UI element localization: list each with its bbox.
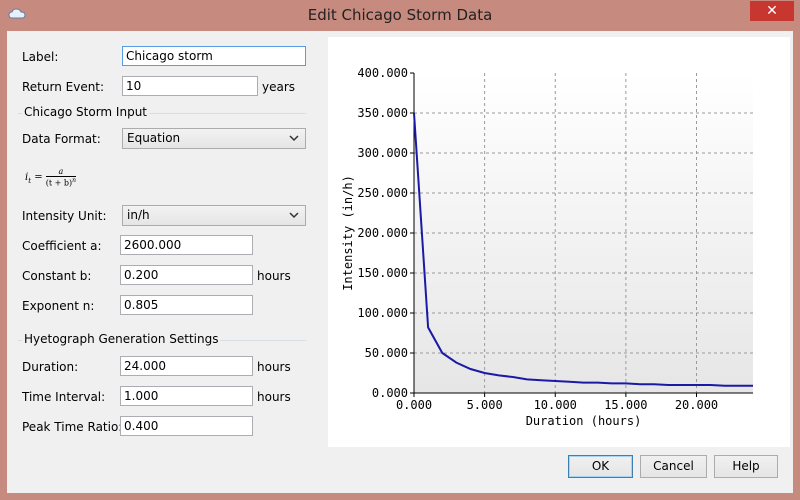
- data-format-caption: Data Format:: [22, 132, 101, 146]
- formula-denominator: (t + b): [45, 178, 73, 188]
- cancel-button[interactable]: Cancel: [640, 455, 707, 478]
- time-interval-caption: Time Interval:: [22, 390, 106, 404]
- label-input[interactable]: Chicago storm: [122, 46, 306, 66]
- intensity-unit-value: in/h: [127, 208, 150, 222]
- peak-ratio-input[interactable]: 0.400: [120, 416, 253, 436]
- return-event-input[interactable]: 10: [122, 76, 258, 96]
- x-axis-label: Duration (hours): [526, 414, 642, 428]
- return-event-caption: Return Event:: [22, 80, 105, 94]
- y-tick-label: 300.000: [357, 146, 408, 160]
- window-title: Edit Chicago Storm Data: [307, 6, 493, 24]
- y-axis-label: Intensity (in/h): [341, 175, 355, 291]
- formula-numerator: a: [45, 167, 77, 177]
- y-tick-label: 350.000: [357, 106, 408, 120]
- coeff-a-caption: Coefficient a:: [22, 239, 102, 253]
- help-button[interactable]: Help: [714, 455, 778, 478]
- duration-input[interactable]: 24.000: [120, 356, 253, 376]
- chevron-down-icon: [289, 212, 299, 219]
- y-tick-label: 250.000: [357, 186, 408, 200]
- intensity-formula: it = a (t + b)n: [25, 167, 77, 188]
- peak-ratio-caption: Peak Time Ratio:: [22, 420, 123, 434]
- exponent-n-caption: Exponent n:: [22, 299, 95, 313]
- time-interval-input[interactable]: 1.000: [120, 386, 253, 406]
- data-format-value: Equation: [127, 131, 181, 145]
- close-button[interactable]: ✕: [750, 1, 794, 21]
- label-caption: Label:: [22, 50, 59, 64]
- time-interval-unit: hours: [257, 390, 291, 404]
- chicago-group-title: Chicago Storm Input: [22, 105, 150, 119]
- x-tick-label: 10.000: [534, 398, 577, 412]
- dialog-window: Edit Chicago Storm Data ✕ Label: Chicago…: [0, 0, 800, 500]
- intensity-unit-caption: Intensity Unit:: [22, 209, 107, 223]
- coeff-a-input[interactable]: 2600.000: [120, 235, 253, 255]
- const-b-caption: Constant b:: [22, 269, 92, 283]
- dialog-client-area: Label: Chicago storm Return Event: 10 ye…: [7, 31, 793, 493]
- y-tick-label: 400.000: [357, 66, 408, 80]
- x-tick-label: 5.000: [467, 398, 503, 412]
- title-bar[interactable]: Edit Chicago Storm Data ✕: [0, 0, 800, 31]
- y-tick-label: 100.000: [357, 306, 408, 320]
- y-tick-label: 50.000: [365, 346, 408, 360]
- intensity-unit-select[interactable]: in/h: [122, 205, 306, 226]
- const-b-unit: hours: [257, 269, 291, 283]
- formula-lhs-sub: t: [28, 176, 32, 185]
- formula-den-exp: n: [72, 177, 77, 184]
- exponent-n-input[interactable]: 0.805: [120, 295, 253, 315]
- duration-caption: Duration:: [22, 360, 79, 374]
- ok-button[interactable]: OK: [568, 455, 633, 478]
- const-b-input[interactable]: 0.200: [120, 265, 253, 285]
- x-tick-label: 20.000: [675, 398, 718, 412]
- y-tick-label: 150.000: [357, 266, 408, 280]
- intensity-chart: 0.000 50.000 100.000 150.000 200.000 250.000 3…: [341, 66, 753, 428]
- x-tick-label: 0.000: [396, 398, 432, 412]
- y-tick-label: 200.000: [357, 226, 408, 240]
- formula-eq: =: [34, 171, 43, 183]
- duration-unit: hours: [257, 360, 291, 374]
- data-format-select[interactable]: Equation: [122, 128, 306, 149]
- chevron-down-icon: [289, 135, 299, 142]
- x-tick-label: 15.000: [604, 398, 647, 412]
- chart-panel: 0.000 50.000 100.000 150.000 200.000 250.000 3…: [328, 37, 790, 447]
- return-event-unit: years: [262, 80, 296, 94]
- hyeto-group-title: Hyetograph Generation Settings: [22, 332, 221, 346]
